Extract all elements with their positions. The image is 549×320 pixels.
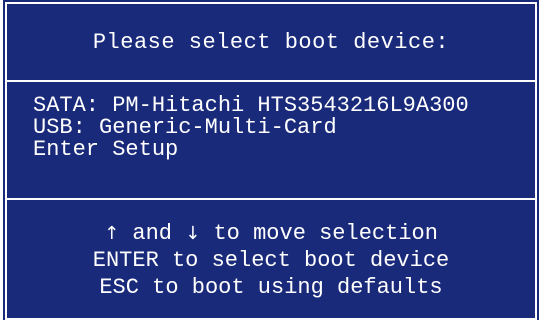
bios-screen: Please select boot device: SATA: PM-Hita… (0, 0, 549, 320)
help-enter-line: ENTER to select boot device (92, 248, 450, 273)
boot-device-usb[interactable]: USB: Generic-Multi-Card (33, 117, 535, 139)
up-arrow-icon: ↑ (104, 223, 120, 244)
boot-menu-header: Please select boot device: (7, 4, 535, 82)
boot-device-list: SATA: PM-Hitachi HTS3543216L9A300 USB: G… (7, 82, 535, 200)
enter-setup-option[interactable]: Enter Setup (33, 139, 535, 161)
down-arrow-icon: ↓ (185, 223, 201, 244)
help-move-text: to move selection (200, 221, 438, 246)
help-esc-line: ESC to boot using defaults (99, 275, 443, 300)
help-move-line: ↑ and ↓ to move selection (7, 220, 535, 247)
boot-menu-help: ↑ and ↓ to move selection ENTER to selec… (7, 200, 535, 320)
boot-device-sata[interactable]: SATA: PM-Hitachi HTS3543216L9A300 (33, 95, 535, 117)
boot-menu-title: Please select boot device: (92, 29, 450, 55)
boot-menu-dialog: Please select boot device: SATA: PM-Hita… (5, 2, 537, 320)
help-and-text: and (119, 221, 186, 246)
